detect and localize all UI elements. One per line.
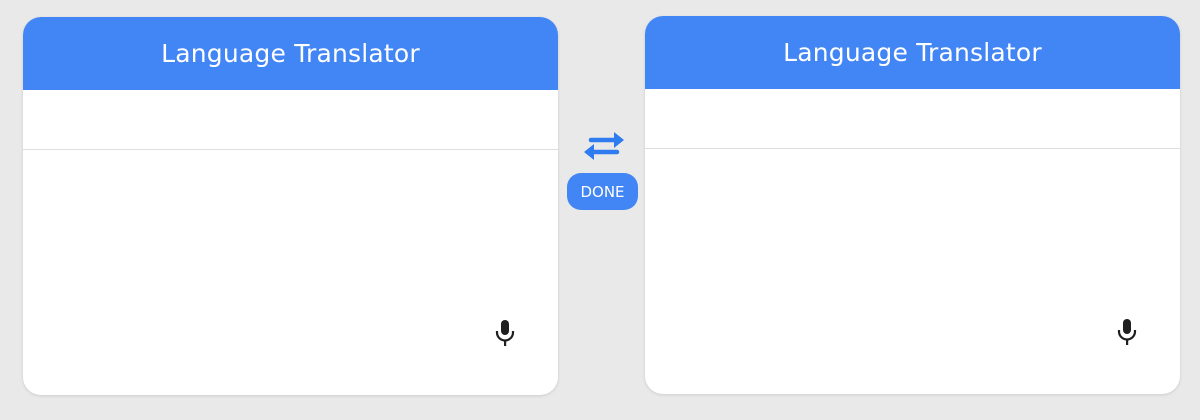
target-text-area xyxy=(645,149,1180,394)
target-panel-title: Language Translator xyxy=(645,16,1180,89)
target-translator-panel: Language Translator xyxy=(645,16,1180,394)
microphone-icon[interactable] xyxy=(1116,318,1138,346)
swap-arrows-icon[interactable] xyxy=(579,126,629,166)
source-text-area xyxy=(23,150,558,395)
target-text-output[interactable] xyxy=(645,149,1180,394)
source-panel-title: Language Translator xyxy=(23,17,558,90)
source-text-input[interactable] xyxy=(23,150,558,395)
source-translator-panel: Language Translator xyxy=(23,17,558,395)
target-language-select[interactable] xyxy=(645,89,1180,149)
microphone-icon[interactable] xyxy=(494,319,516,347)
done-button[interactable]: DONE xyxy=(567,173,638,210)
source-language-select[interactable] xyxy=(23,90,558,150)
